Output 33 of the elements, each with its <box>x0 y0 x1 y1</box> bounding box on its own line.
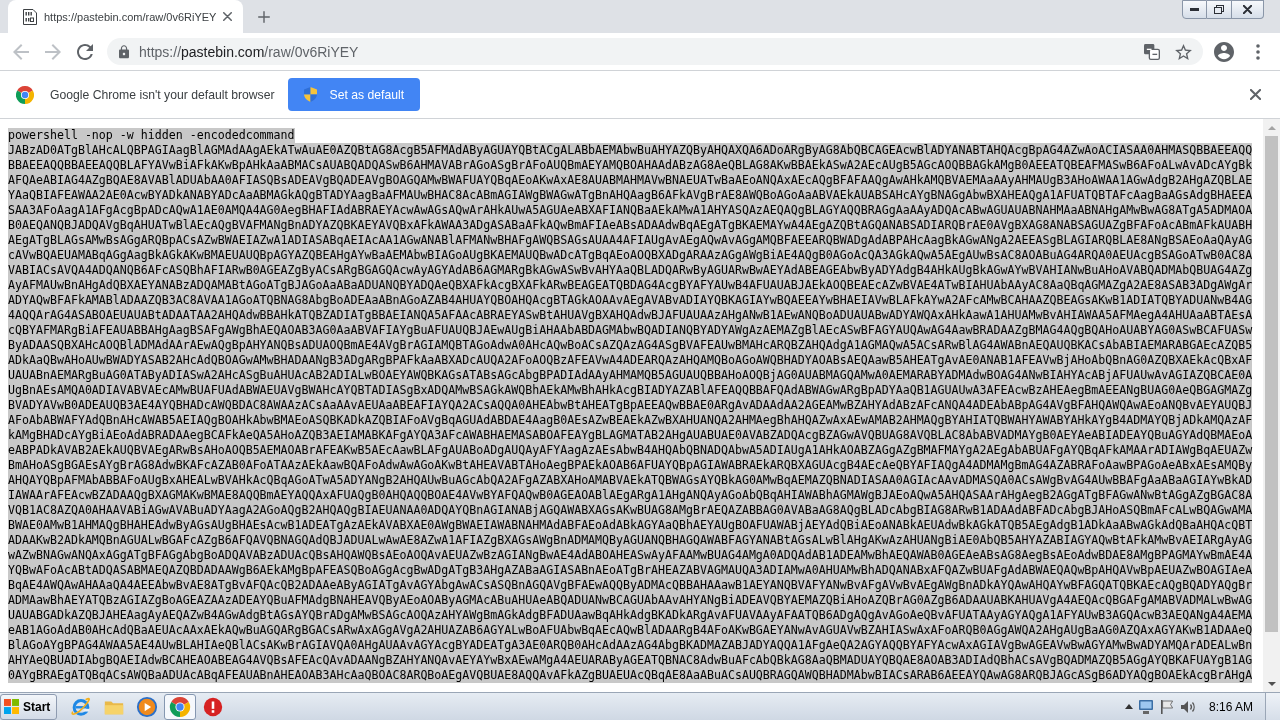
scrollbar-thumb[interactable] <box>1265 136 1278 632</box>
shield-icon <box>303 87 317 102</box>
infobar-message: Google Chrome isn't your default browser <box>50 87 275 102</box>
restore-icon <box>1214 5 1224 14</box>
close-icon[interactable] <box>1250 89 1261 100</box>
flag-icon[interactable] <box>1158 698 1175 715</box>
computer-icon[interactable] <box>1137 698 1154 715</box>
clock-text: 8:16 AM <box>1208 699 1253 714</box>
star-icon[interactable] <box>1175 43 1192 60</box>
close-icon[interactable] <box>223 12 232 21</box>
address-bar[interactable]: https://pastebin.com/raw/0v6RiYEY <box>107 38 1203 65</box>
start-button[interactable]: Start <box>0 693 58 720</box>
restore-button[interactable] <box>1207 0 1232 19</box>
scrollbar[interactable] <box>1263 119 1280 692</box>
scroll-down-arrow-icon[interactable] <box>1267 681 1276 686</box>
minimize-button[interactable] <box>1182 0 1207 19</box>
chrome-logo-icon <box>16 85 34 104</box>
file-icon <box>23 8 37 25</box>
set-default-button[interactable]: Set as default <box>287 78 421 111</box>
menu-icon[interactable] <box>1256 43 1260 60</box>
plus-icon[interactable] <box>258 10 270 23</box>
url-text: https://pastebin.com/raw/0v6RiYEY <box>139 43 359 60</box>
minimize-icon <box>1190 8 1199 11</box>
close-button[interactable] <box>1232 0 1264 19</box>
caret-up-icon[interactable] <box>1124 704 1133 709</box>
translate-icon[interactable] <box>1144 43 1160 60</box>
browser-tab[interactable]: https://pastebin.com/raw/0v6RiYEY <box>8 0 243 33</box>
account-icon[interactable] <box>1214 41 1234 62</box>
reload-icon[interactable] <box>77 43 93 60</box>
close-icon <box>1243 5 1252 14</box>
chrome-logo-icon[interactable] <box>164 693 197 720</box>
lock-icon <box>119 44 129 59</box>
windows-logo-icon <box>4 699 19 714</box>
